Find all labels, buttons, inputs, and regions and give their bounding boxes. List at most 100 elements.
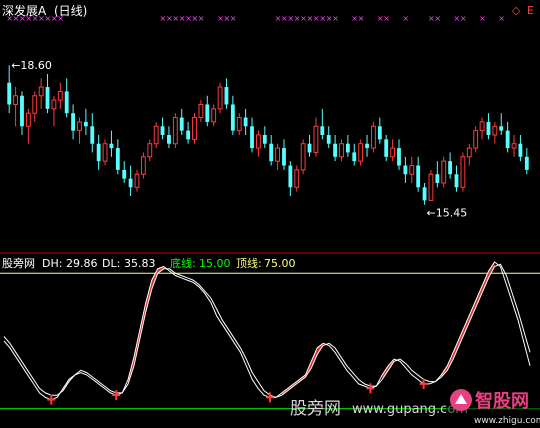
candle-body xyxy=(153,125,159,145)
signal-mark: × xyxy=(402,14,409,23)
candle-body xyxy=(377,126,382,140)
candle-body xyxy=(524,156,529,170)
candle-body xyxy=(365,143,369,149)
signal-mark: × xyxy=(498,14,505,23)
candle-body xyxy=(192,117,197,140)
signal-mark: × xyxy=(460,14,467,23)
candle-body xyxy=(371,125,376,149)
candle-body xyxy=(294,169,300,188)
candle-body xyxy=(454,174,459,188)
dh-value: 29.86 xyxy=(66,257,98,270)
candle-body xyxy=(134,173,140,188)
candle-body xyxy=(479,121,485,132)
candle-body xyxy=(313,125,319,153)
candle-body xyxy=(416,165,421,188)
candle-body xyxy=(282,148,286,166)
candle-body xyxy=(486,121,491,135)
candle-body xyxy=(262,135,267,144)
candle-body xyxy=(275,147,281,162)
candle-body xyxy=(83,121,88,127)
candle-body xyxy=(102,143,108,162)
price-high-label: ←18.60 xyxy=(11,59,52,72)
signal-mark: × xyxy=(479,14,486,23)
menu-e-icon[interactable]: E xyxy=(527,4,534,17)
chart-canvas: 深发展A (日线) ◇ E × × × × × × × × × × × × × × × × × × × × × × × × × ×… xyxy=(0,0,540,428)
candle-body xyxy=(518,143,523,157)
candle-body xyxy=(122,169,127,179)
candle-body xyxy=(198,103,204,119)
candle-body xyxy=(352,152,357,162)
candle-body xyxy=(205,104,210,122)
dl-value: 35.83 xyxy=(124,257,156,270)
candle-body xyxy=(186,130,191,140)
signal-mark: × xyxy=(230,14,237,23)
candle-body xyxy=(473,130,479,149)
candle-body xyxy=(409,165,415,175)
candle-body xyxy=(250,126,254,149)
candle-body xyxy=(32,95,38,114)
candle-body xyxy=(358,143,364,162)
candle-body xyxy=(140,156,146,175)
candle-body xyxy=(230,104,235,131)
candle-body xyxy=(339,143,344,158)
candle-body xyxy=(403,165,408,175)
candle-body xyxy=(269,143,274,162)
signal-mark: × xyxy=(332,14,339,23)
candle-body xyxy=(64,91,69,114)
candle-body xyxy=(422,187,427,201)
indicator-name: 股旁网 xyxy=(2,256,35,270)
candle-body xyxy=(345,143,350,153)
candle-body xyxy=(300,143,306,171)
zhigu-logo: 智股网 www.zhigu.com xyxy=(446,388,540,428)
signal-mark: × xyxy=(198,14,205,23)
candle-body xyxy=(441,160,447,184)
candle-body xyxy=(243,117,248,127)
signal-mark: × xyxy=(383,14,390,23)
candle-body xyxy=(38,86,44,97)
candle-body xyxy=(448,161,453,175)
candle-body xyxy=(115,148,120,170)
candle-body xyxy=(466,147,472,158)
candle-body xyxy=(71,113,76,131)
candle-body xyxy=(326,135,331,144)
candle-body xyxy=(511,143,517,149)
candle-body xyxy=(428,173,434,201)
top-line-value: 75.00 xyxy=(264,257,296,270)
candle-body xyxy=(307,143,312,153)
candle-body xyxy=(13,95,19,105)
candle-body xyxy=(236,117,242,132)
candle-body xyxy=(384,139,389,157)
candle-body xyxy=(20,95,24,127)
candle-body xyxy=(25,112,31,127)
candle-body xyxy=(96,143,101,162)
candle-body xyxy=(505,130,510,149)
candle-body xyxy=(109,143,114,149)
candle-body xyxy=(7,82,12,105)
signal-mark: × xyxy=(358,14,365,23)
candle-body xyxy=(255,134,261,149)
candle-body xyxy=(320,126,325,135)
price-low-label: ←15.45 xyxy=(427,207,468,220)
signal-mark: × xyxy=(57,14,64,23)
candle-body xyxy=(224,87,229,105)
dl-label: DL: xyxy=(102,257,120,270)
candle-body xyxy=(390,147,396,158)
candle-body xyxy=(77,121,82,132)
candle-body xyxy=(57,90,63,101)
candle-body xyxy=(160,126,165,135)
candle-body xyxy=(499,126,504,131)
top-line-label: 顶线: xyxy=(236,256,262,270)
candle-body xyxy=(179,117,184,131)
candle-body xyxy=(172,117,178,145)
candle-body xyxy=(288,165,293,188)
zhigu-logo-url: www.zhigu.com xyxy=(474,416,540,426)
bottom-line-label: 底线: xyxy=(170,256,196,270)
dh-label: DH: xyxy=(42,257,62,270)
candle-body xyxy=(167,135,171,144)
signal-mark: × xyxy=(434,14,441,23)
candle-body xyxy=(397,148,401,166)
candle-body xyxy=(435,174,440,183)
menu-diamond-icon[interactable]: ◇ xyxy=(512,4,521,17)
candle-body xyxy=(51,99,57,110)
candle-body xyxy=(460,156,466,188)
